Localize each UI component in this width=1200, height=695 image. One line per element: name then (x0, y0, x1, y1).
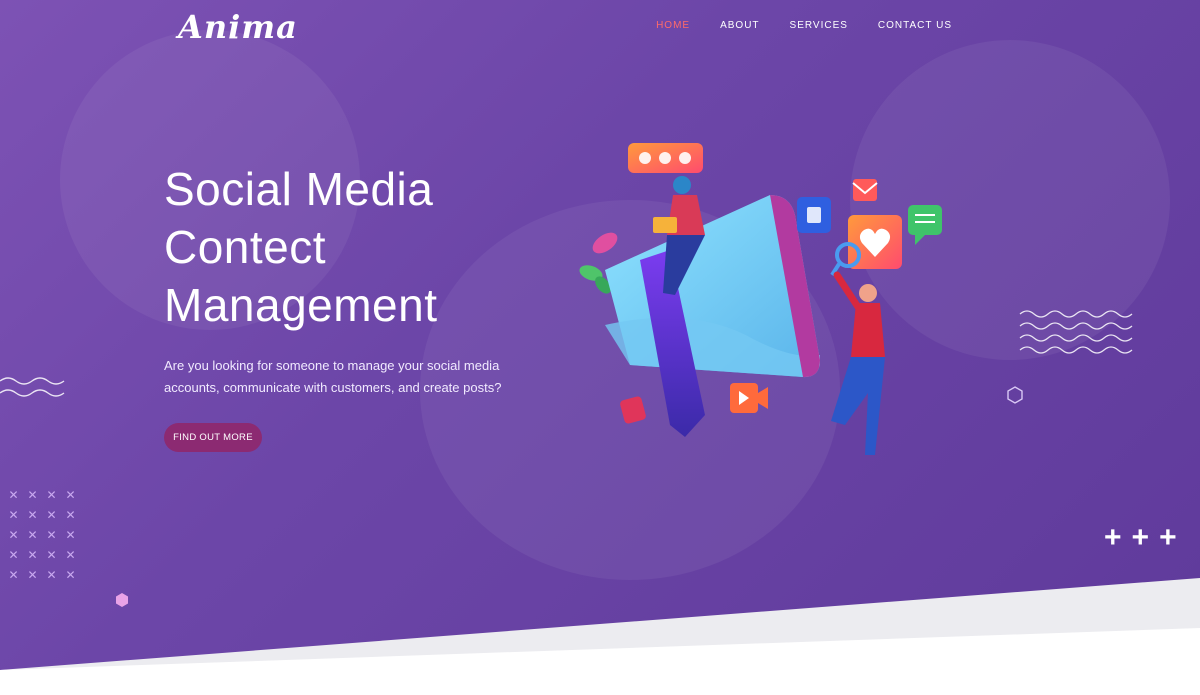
x-mark-icon: ✕ (27, 548, 38, 562)
nav-item-services[interactable]: SERVICES (790, 20, 848, 31)
nav-item-home[interactable]: HOME (656, 20, 690, 31)
decorative-hexagon (116, 593, 128, 607)
comment-icon (620, 396, 646, 424)
x-mark-icon: ✕ (8, 508, 19, 522)
plus-icon: + (1104, 521, 1122, 554)
x-mark-icon: ✕ (65, 508, 76, 522)
decorative-x-grid: ✕ ✕ ✕ ✕ ✕ ✕ ✕ ✕ ✕ ✕ ✕ ✕ ✕ ✕ ✕ ✕ ✕ ✕ ✕ ✕ (4, 486, 80, 584)
x-mark-icon: ✕ (27, 508, 38, 522)
x-mark-icon: ✕ (8, 548, 19, 562)
x-mark-icon: ✕ (65, 568, 76, 582)
x-mark-icon: ✕ (65, 528, 76, 542)
notification-bubble-icon (628, 143, 703, 173)
hero-description: Are you looking for someone to manage yo… (164, 358, 502, 395)
plus-icon: + (1159, 521, 1177, 554)
decorative-wave (0, 377, 65, 397)
mail-icon (852, 179, 878, 201)
hero-title-line: Management (164, 279, 438, 331)
brand-logo[interactable]: Anima (178, 8, 298, 46)
x-mark-icon: ✕ (46, 488, 57, 502)
x-mark-icon: ✕ (8, 528, 19, 542)
person-man-figure (831, 271, 885, 455)
x-mark-icon: ✕ (27, 528, 38, 542)
decorative-wave (1019, 310, 1133, 354)
x-mark-icon: ✕ (27, 568, 38, 582)
video-icon (730, 383, 768, 413)
social-media-illustration (579, 143, 942, 455)
hero-title: Social Media Contect Management (164, 160, 544, 334)
x-mark-icon: ✕ (65, 548, 76, 562)
x-mark-icon: ✕ (46, 528, 57, 542)
x-mark-icon: ✕ (8, 568, 19, 582)
chat-icon (908, 205, 942, 245)
x-mark-icon: ✕ (8, 488, 19, 502)
x-mark-icon: ✕ (46, 508, 57, 522)
x-mark-icon: ✕ (46, 548, 57, 562)
nav-item-contact-us[interactable]: CONTACT US (878, 20, 952, 31)
x-mark-icon: ✕ (46, 568, 57, 582)
x-mark-icon: ✕ (65, 488, 76, 502)
find-out-more-button[interactable]: FIND OUT MORE (164, 423, 262, 452)
hero-title-line: Contect (164, 221, 327, 273)
hero-title-line: Social Media (164, 163, 434, 215)
nav-item-about[interactable]: ABOUT (720, 20, 759, 31)
main-nav: HOME ABOUT SERVICES CONTACT US (656, 20, 952, 31)
decorative-plus-row: + + + (1104, 521, 1177, 554)
hero-section: Anima HOME ABOUT SERVICES CONTACT US Soc… (0, 0, 1200, 695)
x-mark-icon: ✕ (27, 488, 38, 502)
plus-icon: + (1131, 521, 1150, 554)
decorative-hexagon (1007, 386, 1023, 404)
thumbs-up-icon (797, 197, 831, 233)
